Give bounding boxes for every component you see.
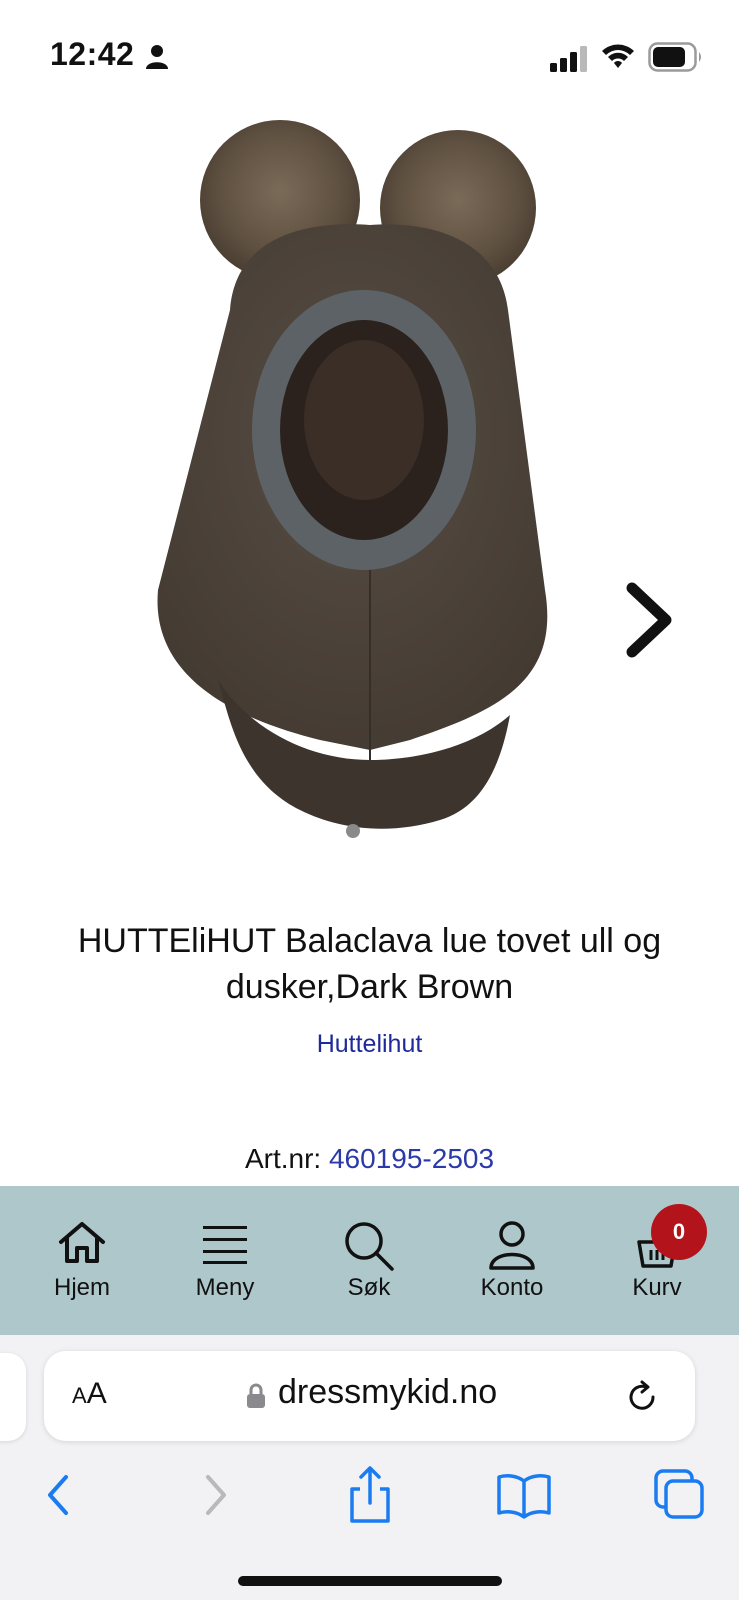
aa-large-letter: A bbox=[86, 1377, 107, 1410]
reader-text-size-button[interactable]: AA bbox=[72, 1377, 107, 1411]
battery-icon bbox=[648, 42, 701, 72]
browser-chrome: AA dressmykid.no bbox=[0, 1335, 739, 1600]
nav-item-search[interactable]: Søk bbox=[309, 1186, 429, 1335]
status-bar: 12:42 bbox=[0, 0, 739, 110]
user-icon bbox=[489, 1221, 535, 1270]
wifi-icon bbox=[602, 44, 634, 68]
article-number-label: Art.nr: bbox=[244, 1143, 322, 1174]
brand-link[interactable]: Huttelihut bbox=[0, 1030, 739, 1059]
chevron-right-icon[interactable] bbox=[622, 580, 678, 660]
address-bar[interactable]: AA dressmykid.no bbox=[44, 1351, 695, 1441]
search-icon bbox=[345, 1222, 394, 1271]
bookmarks-icon[interactable] bbox=[494, 1465, 554, 1525]
lock-icon bbox=[247, 1383, 265, 1408]
nav-label-account: Konto bbox=[480, 1274, 544, 1301]
nav-item-cart[interactable]: 0 Kurv bbox=[597, 1186, 717, 1335]
product-title: HUTTEliHUT Balaclava lue tovet ull og du… bbox=[77, 922, 662, 1006]
bottom-navigation: Hjem Meny Søk Konto 0 Kurv bbox=[0, 1186, 739, 1335]
home-indicator[interactable] bbox=[238, 1576, 502, 1586]
article-number: Art.nr: 460195-2503 bbox=[0, 1143, 739, 1175]
tabs-icon[interactable] bbox=[650, 1465, 710, 1525]
signal-icon bbox=[550, 46, 587, 72]
reload-icon[interactable] bbox=[624, 1379, 660, 1415]
nav-item-account[interactable]: Konto bbox=[452, 1186, 572, 1335]
gallery-indicator-dot[interactable] bbox=[346, 824, 360, 838]
aa-small-letter: A bbox=[72, 1383, 87, 1408]
product-gallery[interactable] bbox=[0, 110, 739, 870]
nav-label-cart: Kurv bbox=[632, 1274, 682, 1301]
share-icon[interactable] bbox=[340, 1465, 400, 1525]
nav-item-home[interactable]: Hjem bbox=[22, 1186, 142, 1335]
previous-tab-preview[interactable] bbox=[0, 1353, 26, 1441]
nav-label-home: Hjem bbox=[53, 1274, 110, 1301]
article-number-value: 460195-2503 bbox=[328, 1143, 495, 1174]
cart-count-badge: 0 bbox=[651, 1204, 707, 1260]
balaclava-product-image bbox=[157, 120, 548, 829]
nav-item-menu[interactable]: Meny bbox=[165, 1186, 285, 1335]
back-icon[interactable] bbox=[28, 1465, 88, 1525]
forward-icon[interactable] bbox=[186, 1465, 246, 1525]
nav-label-search: Søk bbox=[347, 1274, 391, 1301]
menu-icon bbox=[203, 1226, 247, 1264]
home-icon bbox=[59, 1222, 105, 1263]
nav-label-menu: Meny bbox=[195, 1274, 255, 1301]
person-icon bbox=[146, 45, 168, 69]
clock-time: 12:42 bbox=[50, 36, 135, 72]
url-text[interactable]: dressmykid.no bbox=[278, 1373, 497, 1412]
